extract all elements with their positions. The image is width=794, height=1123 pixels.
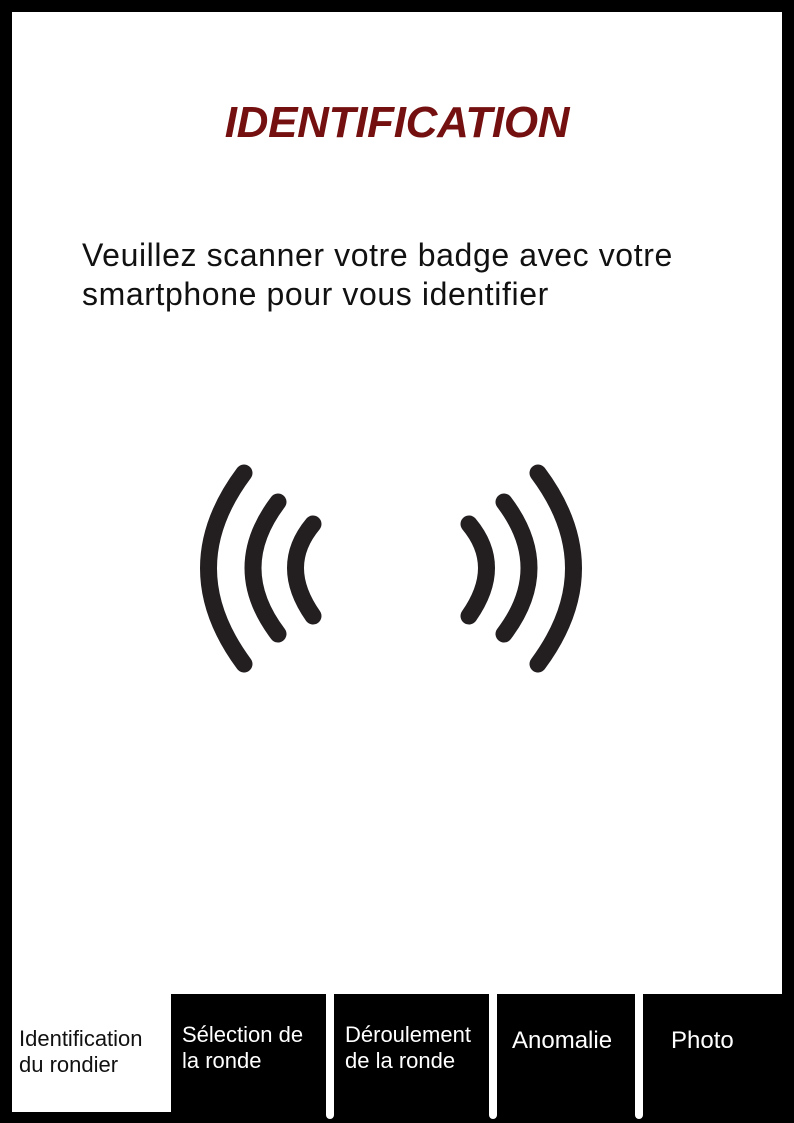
instruction-line-2: smartphone pour vous identifier — [82, 276, 549, 312]
tab-selection-de-la-ronde[interactable]: Sélection de la ronde — [171, 994, 326, 1123]
scan-instruction: Veuillez scanner votre badge avec votre … — [82, 236, 762, 314]
tab-separator — [326, 994, 334, 1119]
nfc-wave-icon — [200, 464, 582, 673]
tab-separator — [635, 994, 643, 1119]
instruction-line-1: Veuillez scanner votre badge avec votre — [82, 237, 673, 273]
page-title: IDENTIFICATION — [224, 98, 570, 147]
tab-label-line-2: la ronde — [182, 1048, 262, 1073]
tab-label-line-1: Déroulement — [345, 1022, 471, 1047]
tab-label: Photo — [671, 1027, 734, 1054]
nfc-right-arc-inner — [460, 515, 495, 625]
nfc-right-arc-outer — [529, 464, 582, 673]
nfc-left-arc-outer — [200, 464, 253, 673]
tab-identification-du-rondier[interactable]: Identification du rondier — [12, 994, 171, 1112]
tab-label: Anomalie — [512, 1027, 613, 1054]
tab-deroulement-de-la-ronde[interactable]: Déroulement de la ronde — [334, 994, 489, 1123]
tab-photo[interactable]: Photo — [643, 994, 794, 1123]
nfc-right-arc-middle — [495, 493, 538, 643]
tab-label-line-1: Sélection de — [182, 1022, 304, 1047]
nfc-left-arc-middle — [244, 493, 287, 643]
bottom-tab-bar: Identification du rondier Sélection de l… — [12, 994, 794, 1123]
tab-label-line-1: Identification — [19, 1026, 143, 1051]
tab-anomalie[interactable]: Anomalie — [497, 994, 635, 1123]
tab-label-line-2: de la ronde — [345, 1048, 456, 1073]
nfc-left-arc-inner — [287, 515, 322, 625]
tab-label-line-2: du rondier — [19, 1052, 119, 1077]
tab-separator — [489, 994, 497, 1119]
